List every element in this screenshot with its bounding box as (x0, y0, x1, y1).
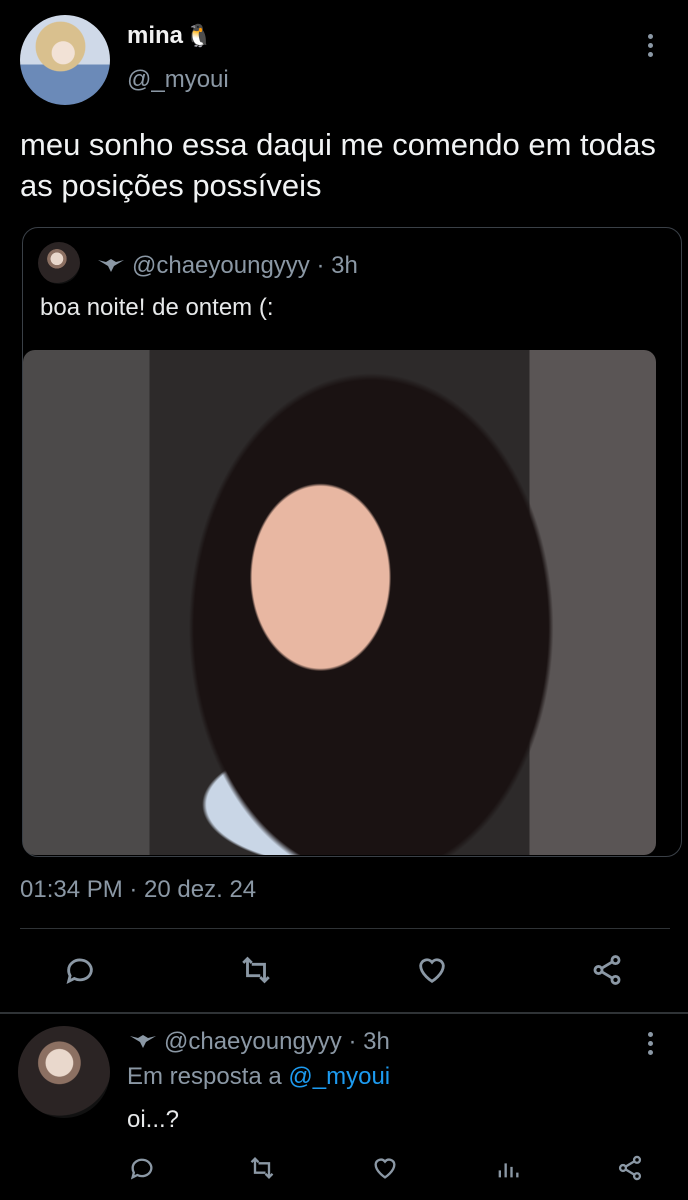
more-vertical-icon[interactable] (648, 34, 653, 57)
like-icon[interactable] (367, 1150, 403, 1186)
tweet-text: meu sonho essa daqui me comendo em todas… (20, 127, 656, 203)
author-name-text: mina (127, 22, 184, 49)
more-vertical-icon[interactable] (648, 1032, 653, 1055)
analytics-icon[interactable] (490, 1150, 526, 1186)
verified-badge-icon (130, 1035, 156, 1048)
penguin-emoji: 🐧 (185, 23, 213, 48)
quoted-tweet-photo[interactable] (23, 350, 656, 855)
replying-mention[interactable]: @_myoui (288, 1063, 390, 1090)
share-icon[interactable] (585, 950, 629, 990)
retweet-icon[interactable] (234, 950, 278, 990)
quoted-tweet-text: boa noite! de ontem (: (40, 294, 274, 321)
reply-author-avatar[interactable] (18, 1026, 110, 1118)
verified-badge-icon (98, 259, 124, 272)
retweet-icon[interactable] (244, 1150, 280, 1186)
reply-icon[interactable] (124, 1150, 160, 1186)
tweet-timestamp[interactable]: 01:34 PM · 20 dez. 24 (20, 876, 256, 904)
reply-icon[interactable] (58, 950, 102, 990)
share-icon[interactable] (612, 1150, 648, 1186)
quoted-author-avatar[interactable] (38, 242, 80, 284)
section-divider (0, 1012, 688, 1014)
author-name[interactable]: mina🐧 (127, 22, 212, 50)
divider (20, 928, 670, 929)
replying-prefix: Em resposta a (127, 1063, 282, 1090)
like-icon[interactable] (410, 950, 454, 990)
quoted-handle-time[interactable]: @chaeyoungyyy · 3h (132, 252, 358, 280)
author-handle[interactable]: @_myoui (127, 66, 229, 94)
replying-to: Em resposta a @_myoui (127, 1063, 390, 1091)
reply-text: oi...? (127, 1106, 180, 1133)
author-avatar[interactable] (20, 15, 110, 105)
reply-handle-time[interactable]: @chaeyoungyyy · 3h (164, 1028, 390, 1056)
